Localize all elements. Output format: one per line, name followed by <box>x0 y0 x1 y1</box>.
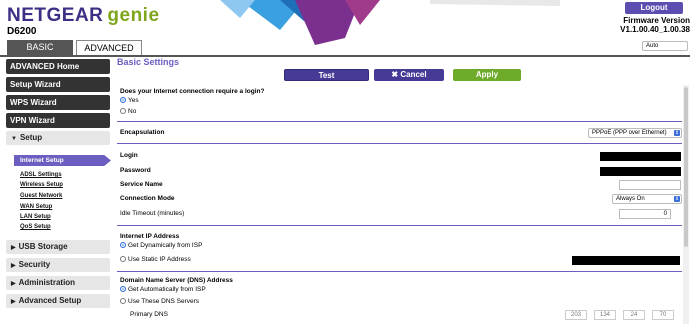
header: NETGEAR genie D6200 Logout Firmware Versi… <box>0 0 690 55</box>
sidebar-item-setup-label: Setup <box>19 133 43 142</box>
radio-selected-icon <box>120 242 126 249</box>
dns-octet-1[interactable]: 203 <box>565 310 587 320</box>
static-ip-input[interactable] <box>572 256 680 265</box>
apply-button[interactable]: Apply <box>453 69 521 81</box>
password-input[interactable] <box>600 167 681 176</box>
dns-manual-label: Use These DNS Servers <box>128 298 200 305</box>
login-label: Login <box>120 152 138 159</box>
dns-auto-radio[interactable]: Get Automatically from ISP <box>120 286 206 293</box>
dns-octet-3[interactable]: 24 <box>623 310 645 320</box>
connection-mode-value: Always On <box>616 196 645 202</box>
section-divider <box>117 271 682 272</box>
dns-octet-4[interactable]: 70 <box>652 310 674 320</box>
page-title: Basic Settings <box>117 57 180 67</box>
radio-unselected-icon <box>120 108 126 115</box>
ip-dynamic-label: Get Dynamically from ISP <box>128 242 203 249</box>
sidebar-subitem-adsl-settings[interactable]: ADSL Settings <box>20 172 62 178</box>
dns-octet-2[interactable]: 134 <box>594 310 616 320</box>
sidebar-item-setup[interactable]: ▼ Setup <box>6 131 110 145</box>
login-question: Does your Internet connection require a … <box>120 88 265 95</box>
model-name: D6200 <box>7 26 37 37</box>
service-name-input[interactable] <box>619 180 681 190</box>
sidebar-item-security-label: Security <box>18 260 51 269</box>
password-label: Password <box>120 167 151 174</box>
firmware-version: V1.1.00.40_1.00.38 <box>620 25 690 34</box>
login-no-label: No <box>128 108 137 115</box>
collapsed-triangle-icon: ▶ <box>11 299 16 305</box>
header-decoration <box>220 0 560 45</box>
select-arrows-icon: ⇕ <box>674 196 680 202</box>
radio-unselected-icon <box>120 256 126 263</box>
login-input[interactable] <box>600 152 681 161</box>
idle-timeout-label: Idle Timeout (minutes) <box>120 210 185 217</box>
cancel-button-label: Cancel <box>400 70 427 79</box>
ip-static-radio[interactable]: Use Static IP Address <box>120 256 191 263</box>
cancel-button[interactable]: ✖ Cancel <box>374 69 444 81</box>
sidebar-subitem-wan-setup[interactable]: WAN Setup <box>20 204 52 210</box>
sidebar-item-usb-storage-label: USB Storage <box>18 242 68 251</box>
apply-button-label: Apply <box>475 70 499 79</box>
content-scrollbar[interactable] <box>683 85 689 324</box>
collapsed-triangle-icon: ▶ <box>11 245 16 251</box>
tab-advanced[interactable]: ADVANCED <box>76 40 142 55</box>
radio-selected-icon <box>120 97 126 104</box>
sidebar-item-advanced-setup-label: Advanced Setup <box>18 296 82 305</box>
sidebar-item-administration-label: Administration <box>18 278 76 287</box>
sidebar: ADVANCED Home Setup Wizard WPS Wizard VP… <box>6 57 111 324</box>
sidebar-item-vpn-wizard[interactable]: VPN Wizard <box>6 113 110 128</box>
collapsed-triangle-icon: ▶ <box>11 263 16 269</box>
encapsulation-select[interactable]: PPPoE (PPP over Ethernet) ⇕ <box>588 128 682 138</box>
internet-ip-heading: Internet IP Address <box>120 233 180 240</box>
sidebar-item-security[interactable]: ▶ Security <box>6 258 110 272</box>
idle-timeout-input[interactable]: 0 <box>619 209 671 219</box>
select-arrows-icon: ⇕ <box>674 130 680 136</box>
logout-button[interactable]: Logout <box>625 2 683 14</box>
connection-mode-select[interactable]: Always On ⇕ <box>612 194 682 204</box>
scrollbar-thumb[interactable] <box>684 87 688 247</box>
dns-manual-radio[interactable]: Use These DNS Servers <box>120 298 199 305</box>
radio-unselected-icon <box>120 298 126 305</box>
dns-heading: Domain Name Server (DNS) Address <box>120 277 233 284</box>
sidebar-subitem-internet-setup[interactable]: Internet Setup <box>14 155 111 166</box>
tab-basic[interactable]: BASIC <box>7 40 73 55</box>
ip-dynamic-radio[interactable]: Get Dynamically from ISP <box>120 242 202 249</box>
primary-dns-input[interactable]: 203 134 24 70 <box>565 310 681 320</box>
radio-selected-icon <box>120 286 126 293</box>
login-yes-label: Yes <box>128 97 139 104</box>
sidebar-subitem-lan-setup[interactable]: LAN Setup <box>20 214 51 220</box>
primary-dns-label: Primary DNS <box>130 311 168 318</box>
sidebar-item-setup-wizard[interactable]: Setup Wizard <box>6 77 110 92</box>
sidebar-item-usb-storage[interactable]: ▶ USB Storage <box>6 240 110 254</box>
sidebar-subitem-wireless-setup[interactable]: Wireless Setup <box>20 182 63 188</box>
language-select[interactable]: Auto <box>642 41 688 51</box>
collapsed-triangle-icon: ▶ <box>11 281 16 287</box>
login-no-radio[interactable]: No <box>120 108 136 115</box>
service-name-label: Service Name <box>120 181 163 188</box>
sidebar-item-wps-wizard[interactable]: WPS Wizard <box>6 95 110 110</box>
encapsulation-label: Encapsulation <box>120 129 165 136</box>
main-panel: Basic Settings Test ✖ Cancel Apply Does … <box>117 57 690 324</box>
language-value: Auto <box>646 43 659 49</box>
sidebar-item-administration[interactable]: ▶ Administration <box>6 276 110 290</box>
section-divider <box>117 121 682 122</box>
idle-timeout-value: 0 <box>663 211 667 217</box>
sidebar-subitem-qos-setup[interactable]: QoS Setup <box>20 224 51 230</box>
section-divider <box>117 143 682 144</box>
dns-auto-label: Get Automatically from ISP <box>128 286 206 293</box>
brand-name: NETGEAR <box>7 5 104 26</box>
firmware-info: Firmware Version V1.1.00.40_1.00.38 <box>620 16 690 34</box>
encapsulation-value: PPPoE (PPP over Ethernet) <box>592 130 667 136</box>
sidebar-item-advanced-home[interactable]: ADVANCED Home <box>6 59 110 74</box>
sidebar-item-advanced-setup[interactable]: ▶ Advanced Setup <box>6 294 110 308</box>
section-divider <box>117 225 682 226</box>
test-button[interactable]: Test <box>284 69 369 81</box>
login-yes-radio[interactable]: Yes <box>120 97 139 104</box>
expanded-triangle-icon: ▼ <box>11 136 17 142</box>
connection-mode-label: Connection Mode <box>120 195 175 202</box>
ip-static-label: Use Static IP Address <box>128 256 191 263</box>
firmware-label: Firmware Version <box>623 16 690 25</box>
close-icon: ✖ <box>391 70 399 79</box>
sidebar-subitem-guest-network[interactable]: Guest Network <box>20 193 62 199</box>
